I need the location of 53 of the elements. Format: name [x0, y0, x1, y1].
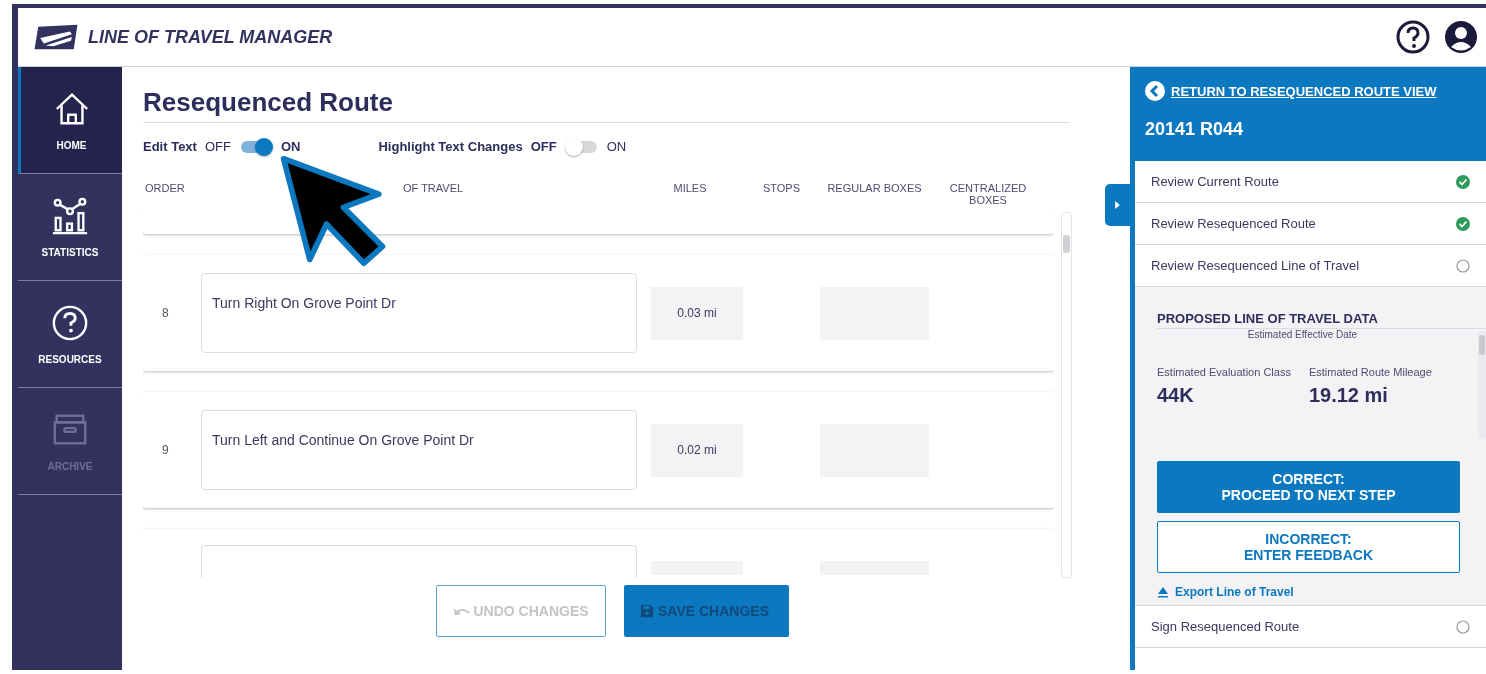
help-circle-icon [51, 303, 89, 342]
stat-label: Estimated Route Mileage [1308, 366, 1432, 378]
page-title: Resequenced Route [143, 87, 1070, 123]
stat-label: Estimated Evaluation Class [1157, 366, 1291, 378]
nav-item[interactable]: RESOURCES [18, 281, 122, 388]
scrollbar[interactable] [1478, 331, 1486, 439]
on-label: ON [606, 139, 627, 154]
order-number: 9 [161, 443, 170, 457]
correct-button[interactable]: CORRECT: PROCEED TO NEXT STEP [1157, 461, 1460, 513]
nav-item[interactable]: HOME [18, 67, 122, 174]
export-link[interactable]: Export Line of Travel [1175, 585, 1294, 599]
step-label: Review Resequenced Route [1151, 216, 1316, 231]
off-label: OFF [530, 139, 557, 154]
step-label: Review Current Route [1151, 174, 1279, 189]
off-label: OFF [204, 139, 231, 154]
scrollbar[interactable] [1061, 212, 1072, 578]
column-header: OF TRAVEL [402, 182, 465, 194]
section-title: PROPOSED LINE OF TRAVEL DATA [1157, 311, 1486, 329]
save-icon [638, 604, 656, 618]
step-item[interactable]: Sign Resequenced Route [1135, 606, 1486, 648]
text-field[interactable]: Turn Left and Continue On Grove Point Dr [201, 410, 637, 490]
column-header: CENTRALIZED BOXES [948, 182, 1028, 206]
app-title: LINE OF TRAVEL MANAGER [88, 26, 333, 48]
step-label: Sign Resequenced Route [1151, 619, 1300, 634]
stat-value: 19.12 mi [1308, 384, 1389, 407]
route-id: 20141 R044 [1145, 119, 1245, 140]
account-icon[interactable] [1444, 20, 1478, 54]
column-header: REGULAR BOXES [826, 182, 923, 194]
eject-icon [1157, 586, 1169, 598]
column-header: STOPS [761, 182, 802, 194]
toggle-switch[interactable] [240, 140, 271, 153]
step-item[interactable]: Review Current Route [1135, 161, 1486, 203]
toggle-label: Edit Text [143, 139, 197, 154]
nav-item[interactable]: STATISTICS [18, 174, 122, 281]
order-number: 8 [161, 306, 170, 320]
expand-tab[interactable] [1105, 184, 1130, 226]
miles-value: 0.03 mi [651, 286, 743, 340]
statistics-icon [51, 196, 89, 235]
toggle-switch[interactable] [566, 140, 597, 153]
step-item[interactable]: Review Resequenced Route [1135, 203, 1486, 245]
column-header: MILES [672, 182, 708, 194]
caret-icon [1115, 201, 1120, 209]
column-header: ORDER [144, 182, 186, 194]
help-icon[interactable] [1396, 20, 1430, 54]
on-label: ON [280, 139, 301, 154]
field-label: Estimated Effective Date [1246, 329, 1359, 340]
text-field[interactable]: Turn Right On Grove Point Dr [201, 273, 637, 353]
incorrect-button[interactable]: INCORRECT: ENTER FEEDBACK [1157, 521, 1460, 573]
miles-value: 0.02 mi [651, 423, 743, 477]
stat-value: 44K [1157, 384, 1195, 407]
toggle-label: Highlight Text Changes [378, 139, 523, 154]
step-label: Review Resequenced Line of Travel [1151, 258, 1360, 273]
return-link[interactable]: RETURN TO RESEQUENCED ROUTE VIEW [1171, 83, 1437, 99]
